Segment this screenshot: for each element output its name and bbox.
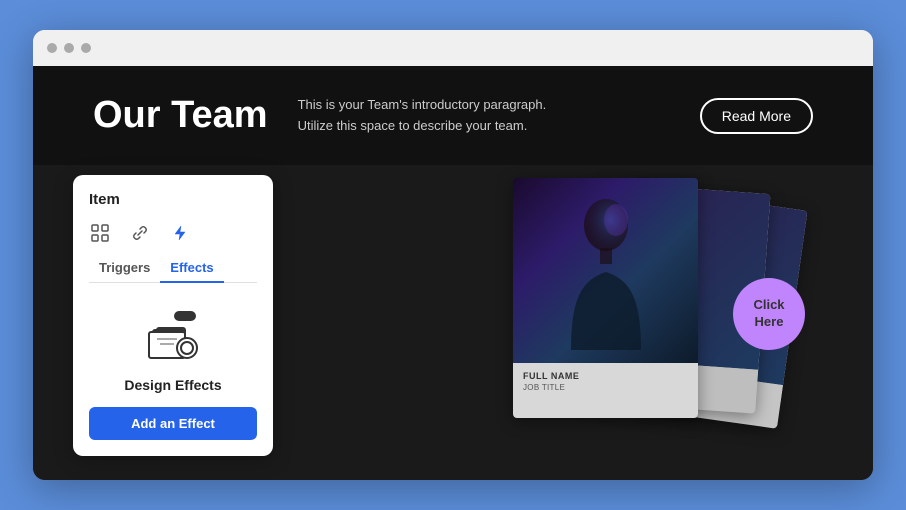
hero-title: Our Team bbox=[93, 94, 268, 137]
browser-dot-3 bbox=[81, 43, 91, 53]
link-icon[interactable] bbox=[129, 222, 151, 244]
polaroid-caption: FULL NAME JOB TITLE bbox=[513, 363, 698, 418]
side-panel: Item bbox=[73, 175, 273, 456]
hero-desc-line1: This is your Team's introductory paragra… bbox=[298, 95, 670, 116]
tab-effects[interactable]: Effects bbox=[160, 254, 223, 283]
design-effects-label: Design Effects bbox=[89, 377, 257, 393]
panel-item-label: Item bbox=[89, 191, 257, 208]
hero-desc-line2: Utilize this space to describe your team… bbox=[298, 116, 670, 137]
polaroid-photo bbox=[513, 178, 698, 363]
browser-bar bbox=[33, 30, 873, 66]
main-area: Item bbox=[33, 165, 873, 480]
polaroid-title: JOB TITLE bbox=[523, 383, 688, 392]
browser-window: Our Team This is your Team's introductor… bbox=[33, 30, 873, 480]
browser-dot-2 bbox=[64, 43, 74, 53]
click-bubble-text: Click Here bbox=[753, 297, 784, 331]
click-line2: Here bbox=[755, 314, 784, 329]
pill-shape bbox=[174, 311, 196, 321]
polaroid-name: FULL NAME bbox=[523, 371, 688, 381]
coin-shape bbox=[176, 337, 198, 359]
hero-description: This is your Team's introductory paragra… bbox=[298, 95, 670, 137]
panel-tabs: Triggers Effects bbox=[89, 254, 257, 283]
cards-area: JOB bbox=[433, 155, 813, 480]
click-here-bubble[interactable]: Click Here bbox=[733, 278, 805, 350]
add-effect-button[interactable]: Add an Effect bbox=[89, 407, 257, 440]
design-effects-icon bbox=[89, 299, 257, 369]
polaroid-stack: JOB bbox=[513, 178, 733, 458]
stacked-cards-icon bbox=[148, 309, 198, 359]
grid-icon[interactable] bbox=[89, 222, 111, 244]
browser-dot-1 bbox=[47, 43, 57, 53]
panel-icons-row bbox=[89, 222, 257, 244]
tab-triggers[interactable]: Triggers bbox=[89, 254, 160, 283]
read-more-button[interactable]: Read More bbox=[700, 98, 813, 134]
coin-inner bbox=[180, 341, 194, 355]
hero-section: Our Team This is your Team's introductor… bbox=[33, 66, 873, 165]
bolt-icon[interactable] bbox=[169, 222, 191, 244]
click-line1: Click bbox=[753, 297, 784, 312]
person-svg bbox=[561, 190, 651, 350]
browser-content: Our Team This is your Team's introductor… bbox=[33, 66, 873, 480]
polaroid-main: FULL NAME JOB TITLE bbox=[513, 178, 698, 418]
